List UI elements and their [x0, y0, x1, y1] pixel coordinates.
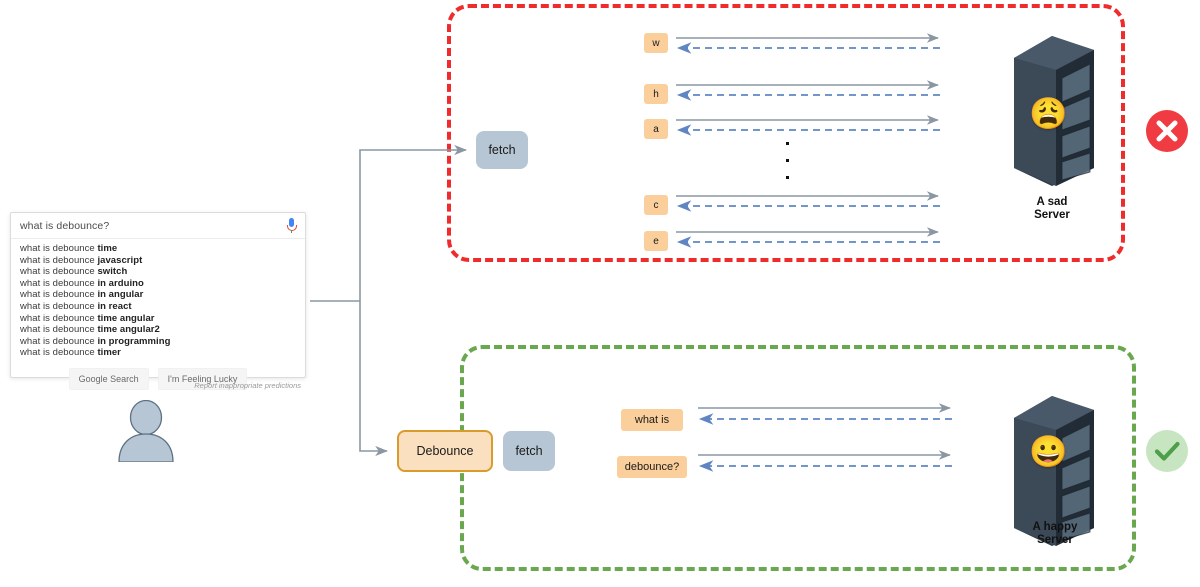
suggestion-list: what is debounce time what is debounce j… — [11, 239, 305, 359]
suggestion-item[interactable]: what is debounce timer — [11, 347, 305, 359]
search-input[interactable]: what is debounce? — [20, 220, 286, 232]
fetch-node-without-debounce[interactable]: fetch — [476, 131, 528, 169]
request-chip: debounce? — [617, 456, 687, 478]
suggestion-item[interactable]: what is debounce javascript — [11, 255, 305, 267]
request-chip: w — [644, 33, 668, 53]
debounce-node[interactable]: Debounce — [397, 430, 493, 472]
error-circle-icon — [1146, 110, 1188, 152]
server-caption-sad: A sad Server — [972, 196, 1132, 222]
search-input-row[interactable]: what is debounce? — [11, 213, 305, 239]
suggestion-item[interactable]: what is debounce in arduino — [11, 278, 305, 290]
request-chip: e — [644, 231, 668, 251]
google-search-button[interactable]: Google Search — [68, 367, 149, 390]
diagram-canvas: what is debounce? what is debounce time … — [0, 0, 1200, 587]
server-caption-line2: Server — [1034, 209, 1070, 221]
request-chip: a — [644, 119, 668, 139]
server-caption-line1: A happy — [1032, 521, 1078, 533]
suggestion-item[interactable]: what is debounce time — [11, 243, 305, 255]
google-search-widget[interactable]: what is debounce? what is debounce time … — [10, 212, 306, 390]
fetch-node-with-debounce[interactable]: fetch — [503, 431, 555, 471]
suggestion-item[interactable]: what is debounce switch — [11, 266, 305, 278]
request-chip: h — [644, 84, 668, 104]
suggestion-item[interactable]: what is debounce time angular — [11, 313, 305, 325]
request-chip: c — [644, 195, 668, 215]
weary-face-emoji: 😩 — [1029, 96, 1068, 131]
report-predictions-link[interactable]: Report inappropriate predictions — [194, 381, 301, 390]
server-caption-happy: A happy Server — [975, 521, 1135, 547]
user-avatar-icon — [118, 400, 174, 462]
suggestion-item[interactable]: what is debounce in programming — [11, 336, 305, 348]
vertical-ellipsis-icon — [786, 142, 789, 179]
server-caption-line1: A sad — [1036, 196, 1068, 208]
server-caption-line2: Server — [1037, 534, 1073, 546]
microphone-icon[interactable] — [286, 218, 297, 233]
success-circle-icon — [1146, 430, 1188, 472]
grinning-face-emoji: 😀 — [1029, 434, 1068, 469]
suggestion-item[interactable]: what is debounce in angular — [11, 289, 305, 301]
suggestion-item[interactable]: what is debounce in react — [11, 301, 305, 313]
suggestion-item[interactable]: what is debounce time angular2 — [11, 324, 305, 336]
request-chip: what is — [621, 409, 683, 431]
